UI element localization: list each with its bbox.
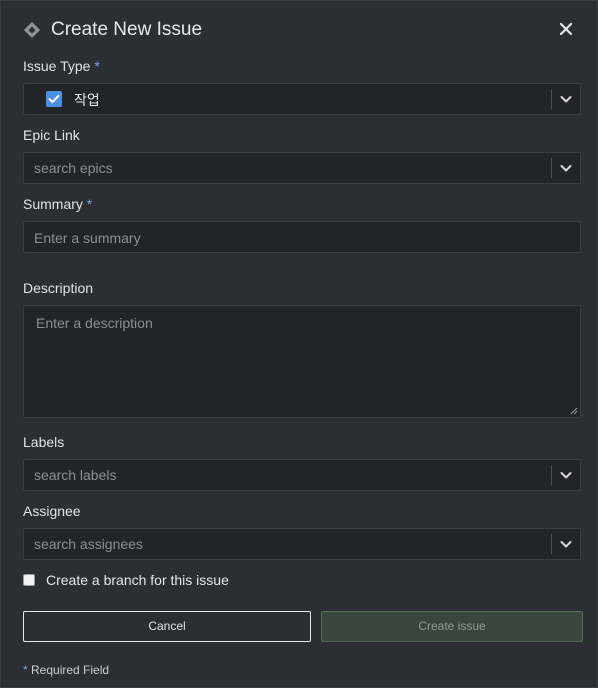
select-separator <box>551 465 552 485</box>
create-branch-checkbox[interactable] <box>23 574 35 586</box>
create-issue-button[interactable]: Create issue <box>321 611 583 642</box>
chevron-down-icon[interactable] <box>558 91 574 107</box>
check-icon <box>48 94 60 103</box>
summary-input[interactable]: Enter a summary <box>23 221 581 253</box>
task-type-icon <box>46 91 62 107</box>
epic-link-label: Epic Link <box>23 127 80 143</box>
assignee-label: Assignee <box>23 503 81 519</box>
issue-type-label: Issue Type * <box>23 58 100 74</box>
required-field-text: Required Field <box>31 663 110 677</box>
epic-link-select[interactable]: search epics <box>23 152 581 184</box>
epic-link-placeholder: search epics <box>34 160 113 176</box>
summary-placeholder: Enter a summary <box>34 230 141 246</box>
jira-diamond-icon <box>24 22 40 38</box>
create-issue-dialog: Create New Issue Issue Type * 작업 Epic Li… <box>0 0 598 688</box>
issue-type-value: 작업 <box>74 92 100 108</box>
close-icon[interactable] <box>555 18 577 40</box>
labels-label: Labels <box>23 434 65 450</box>
select-separator <box>551 158 552 178</box>
resize-handle-icon[interactable] <box>570 407 578 415</box>
assignee-placeholder: search assignees <box>34 536 143 552</box>
dialog-header: Create New Issue <box>23 17 577 43</box>
select-separator <box>551 534 552 554</box>
summary-label-text: Summary <box>23 196 83 212</box>
issue-type-select[interactable]: 작업 <box>23 83 581 115</box>
select-separator <box>551 89 552 109</box>
issue-type-label-text: Issue Type <box>23 58 91 74</box>
labels-placeholder: search labels <box>34 467 117 483</box>
create-branch-label: Create a branch for this issue <box>46 572 229 588</box>
required-marker: * <box>23 663 28 677</box>
description-label: Description <box>23 280 94 296</box>
summary-label: Summary * <box>23 196 92 212</box>
dialog-title: Create New Issue <box>51 19 203 40</box>
required-marker: * <box>86 196 93 212</box>
assignee-select[interactable]: search assignees <box>23 528 581 560</box>
description-placeholder: Enter a description <box>36 315 153 331</box>
chevron-down-icon[interactable] <box>558 160 574 176</box>
create-branch-option[interactable]: Create a branch for this issue <box>23 572 323 590</box>
required-field-note: * Required Field <box>23 663 109 677</box>
labels-select[interactable]: search labels <box>23 459 581 491</box>
description-textarea[interactable]: Enter a description <box>23 305 581 418</box>
cancel-button[interactable]: Cancel <box>23 611 311 642</box>
chevron-down-icon[interactable] <box>558 536 574 552</box>
required-marker: * <box>94 58 100 74</box>
chevron-down-icon[interactable] <box>558 467 574 483</box>
